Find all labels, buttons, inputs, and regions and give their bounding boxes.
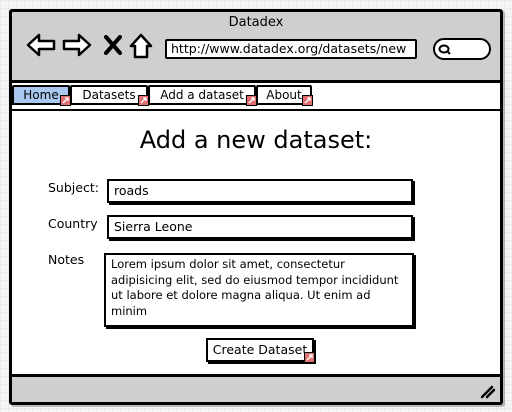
page-title: Add a new dataset: bbox=[139, 126, 373, 154]
tab-datasets-label: Datasets bbox=[82, 88, 136, 102]
status-bar bbox=[12, 374, 500, 402]
tab-add-dataset[interactable]: Add a dataset bbox=[148, 85, 257, 106]
tab-about[interactable]: About bbox=[256, 85, 313, 106]
tab-datasets[interactable]: Datasets bbox=[70, 85, 149, 106]
tab-divider bbox=[12, 109, 500, 111]
stop-icon[interactable] bbox=[104, 35, 122, 55]
create-dataset-button[interactable]: Create Dataset bbox=[206, 338, 315, 363]
forward-arrow-icon[interactable] bbox=[62, 33, 92, 57]
search-icon bbox=[438, 44, 451, 55]
country-field[interactable]: Sierra Leone bbox=[107, 215, 413, 239]
tab-home-label: Home bbox=[23, 88, 59, 102]
back-arrow-icon[interactable] bbox=[26, 33, 56, 57]
home-icon[interactable] bbox=[128, 33, 154, 59]
subject-label: Subject: bbox=[48, 180, 99, 195]
create-dataset-button-label: Create Dataset bbox=[212, 342, 308, 357]
browser-titlebar: Datadex http://www.datadex.org/datasets/… bbox=[12, 12, 500, 83]
tab-home[interactable]: Home bbox=[12, 85, 71, 106]
tab-bar: Home Datasets Add a dataset About bbox=[12, 83, 322, 108]
url-field[interactable]: http://www.datadex.org/datasets/new bbox=[165, 39, 417, 59]
window-title: Datadex bbox=[228, 15, 284, 30]
country-label: Country bbox=[48, 216, 98, 231]
tab-about-label: About bbox=[266, 88, 302, 102]
tab-add-dataset-label: Add a dataset bbox=[160, 88, 244, 102]
link-marker-icon bbox=[304, 352, 315, 363]
subject-field[interactable]: roads bbox=[107, 179, 413, 203]
browser-search-field[interactable] bbox=[433, 38, 491, 60]
notes-field[interactable]: Lorem ipsum dolor sit amet, consectetur … bbox=[104, 253, 414, 327]
notes-label: Notes bbox=[48, 252, 85, 267]
browser-window: Datadex http://www.datadex.org/datasets/… bbox=[9, 9, 503, 405]
link-marker-icon bbox=[302, 95, 313, 106]
resize-grip-icon[interactable] bbox=[480, 385, 496, 399]
